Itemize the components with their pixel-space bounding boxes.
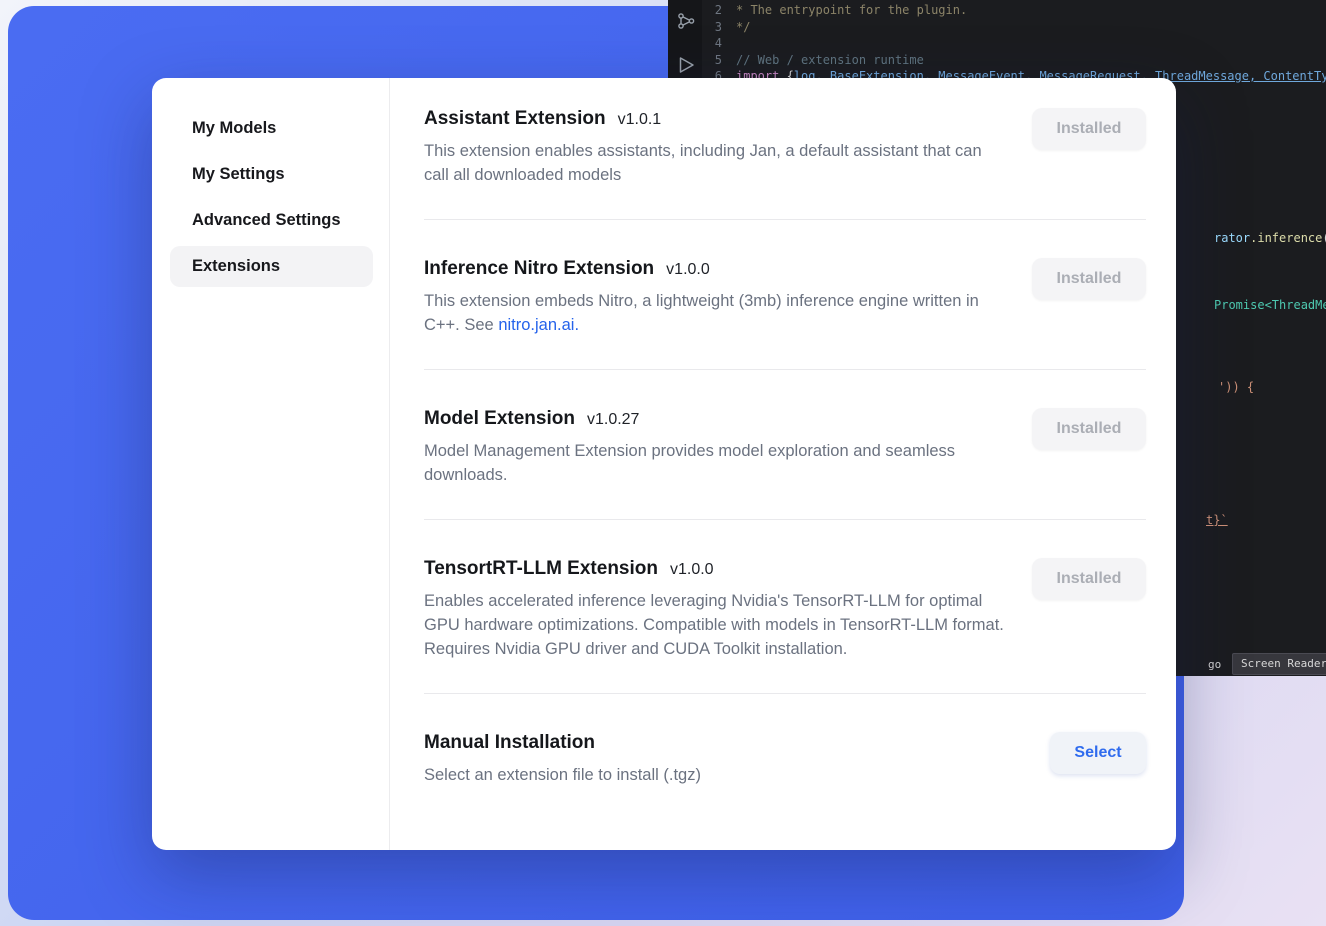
installed-button[interactable]: Installed bbox=[1032, 258, 1146, 300]
extension-title: Assistant Extension v1.0.1 bbox=[424, 108, 1009, 130]
installed-button[interactable]: Installed bbox=[1032, 108, 1146, 150]
extension-version: v1.0.27 bbox=[587, 411, 639, 429]
line-number: 5 bbox=[702, 52, 736, 68]
divider bbox=[424, 369, 1146, 370]
sidebar-item-my-models[interactable]: My Models bbox=[170, 108, 373, 149]
code-text: (data)); bbox=[1322, 231, 1326, 245]
extension-description: Select an extension file to install (.tg… bbox=[424, 763, 701, 787]
settings-panel: My Models My Settings Advanced Settings … bbox=[152, 78, 1176, 850]
extension-name: Inference Nitro Extension bbox=[424, 258, 654, 280]
extension-version: v1.0.0 bbox=[670, 561, 714, 579]
code-line: 2* The entrypoint for the plugin. bbox=[702, 2, 967, 18]
extension-description: Enables accelerated inference leveraging… bbox=[424, 589, 1009, 661]
extension-entry-assistant: Assistant Extension v1.0.1 This extensio… bbox=[424, 108, 1146, 220]
extension-version: v1.0.1 bbox=[618, 111, 662, 129]
extension-version: v1.0.0 bbox=[666, 261, 710, 279]
screen-reader-badge[interactable]: Screen Reader Optimize bbox=[1232, 653, 1326, 675]
installed-button[interactable]: Installed bbox=[1032, 408, 1146, 450]
run-triangle-icon[interactable] bbox=[675, 54, 697, 76]
sidebar-item-extensions[interactable]: Extensions bbox=[170, 246, 373, 287]
code-text: rator bbox=[1214, 231, 1250, 245]
code-line: 3*/ bbox=[702, 19, 750, 35]
extension-name: Assistant Extension bbox=[424, 108, 606, 130]
code-text: // Web / extension runtime bbox=[736, 53, 924, 67]
extension-title: Inference Nitro Extension v1.0.0 bbox=[424, 258, 1009, 280]
select-file-button[interactable]: Select bbox=[1050, 732, 1146, 774]
code-line: 4 bbox=[702, 35, 736, 51]
code-text: .inference bbox=[1250, 231, 1322, 245]
code-fragment: rator.inference(data)); bbox=[1214, 230, 1326, 246]
sidebar-item-my-settings[interactable]: My Settings bbox=[170, 154, 373, 195]
code-text: * The entrypoint for the plugin. bbox=[736, 3, 967, 17]
code-text: */ bbox=[736, 20, 750, 34]
settings-sidebar: My Models My Settings Advanced Settings … bbox=[152, 78, 390, 850]
extension-name: Manual Installation bbox=[424, 732, 595, 754]
line-number: 2 bbox=[702, 2, 736, 18]
extension-title: TensortRT-LLM Extension v1.0.0 bbox=[424, 558, 1009, 580]
installed-button[interactable]: Installed bbox=[1032, 558, 1146, 600]
extension-title: Model Extension v1.0.27 bbox=[424, 408, 1009, 430]
extension-description: This extension enables assistants, inclu… bbox=[424, 139, 1009, 187]
extensions-list: Assistant Extension v1.0.1 This extensio… bbox=[390, 78, 1176, 850]
extension-name: Model Extension bbox=[424, 408, 575, 430]
line-number: 3 bbox=[702, 19, 736, 35]
divider bbox=[424, 219, 1146, 220]
extension-title: Manual Installation bbox=[424, 732, 701, 754]
line-number: 4 bbox=[702, 35, 736, 51]
divider bbox=[424, 693, 1146, 694]
extension-entry-nitro: Inference Nitro Extension v1.0.0 This ex… bbox=[424, 258, 1146, 370]
code-fragment: t}` bbox=[1206, 512, 1228, 528]
statusbar-text: go bbox=[1208, 657, 1221, 673]
extension-description: Model Management Extension provides mode… bbox=[424, 439, 1009, 487]
nitro-jan-ai-link[interactable]: nitro.jan.ai. bbox=[498, 316, 579, 334]
extension-description: This extension embeds Nitro, a lightweig… bbox=[424, 289, 1009, 337]
extension-entry-manual-installation: Manual Installation Select an extension … bbox=[424, 732, 1146, 787]
extension-entry-model: Model Extension v1.0.27 Model Management… bbox=[424, 408, 1146, 520]
code-fragment: Promise<ThreadMessage> bbox=[1214, 297, 1326, 313]
code-line: 5// Web / extension runtime bbox=[702, 52, 924, 68]
divider bbox=[424, 519, 1146, 520]
extension-name: TensortRT-LLM Extension bbox=[424, 558, 658, 580]
extension-entry-tensorrt: TensortRT-LLM Extension v1.0.0 Enables a… bbox=[424, 558, 1146, 694]
code-fragment: ')) { bbox=[1218, 379, 1254, 395]
sidebar-item-advanced-settings[interactable]: Advanced Settings bbox=[170, 200, 373, 241]
graph-icon[interactable] bbox=[675, 10, 697, 32]
desktop: 2* The entrypoint for the plugin. 3*/ 4 … bbox=[0, 0, 1326, 926]
